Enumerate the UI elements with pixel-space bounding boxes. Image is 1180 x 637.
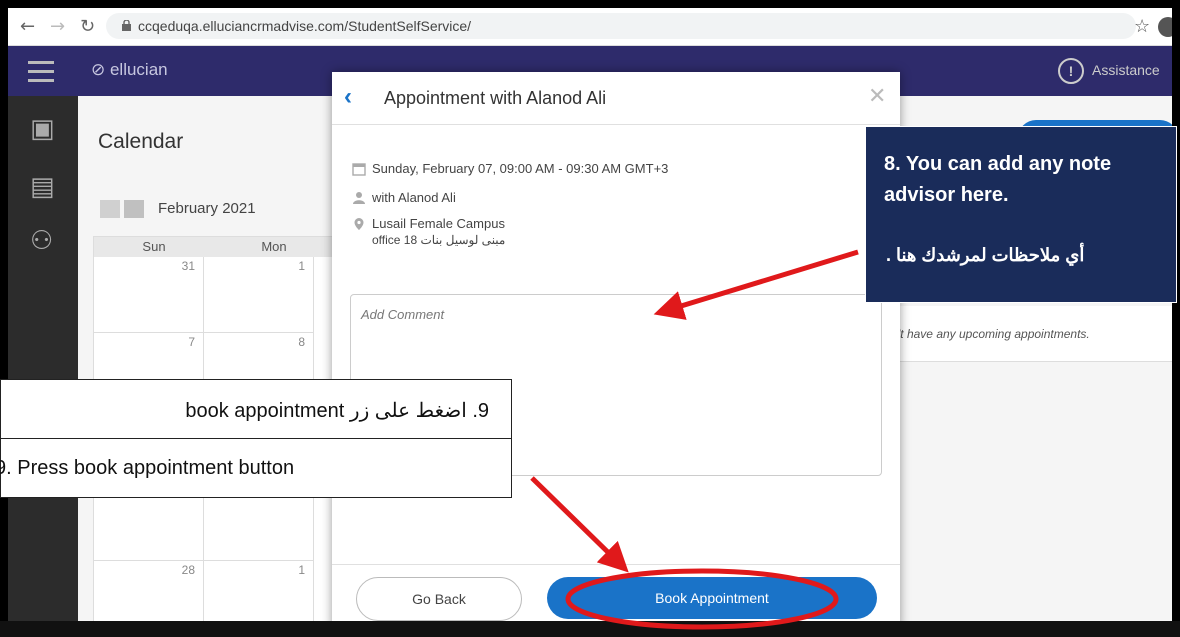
- step8-english: 8. You can add any note advisor here.: [884, 149, 1111, 211]
- bookmark-star-icon[interactable]: ☆: [1134, 16, 1150, 37]
- brand-name: ellucian: [109, 60, 168, 79]
- profile-avatar-icon[interactable]: [1158, 17, 1172, 37]
- exclamation-icon[interactable]: !: [1058, 58, 1084, 84]
- day-header: Mon: [214, 237, 334, 257]
- step8-english-line2: advisor here.: [884, 184, 1009, 206]
- lock-icon: [122, 20, 131, 31]
- step8-english-line1: 8. You can add any note: [884, 153, 1112, 175]
- step9-english: 9. Press book appointment button: [0, 457, 295, 479]
- next-month-button[interactable]: [124, 200, 144, 218]
- calendar-day[interactable]: 31: [94, 257, 204, 333]
- book-appointment-button[interactable]: Book Appointment: [547, 577, 877, 619]
- location-campus: Lusail Female Campus: [372, 216, 505, 231]
- prev-month-button[interactable]: [100, 200, 120, 218]
- chat-icon[interactable]: ▤: [30, 172, 55, 202]
- step8-callout: 8. You can add any note advisor here. أي…: [865, 126, 1177, 303]
- brand-logo: ⊘ ellucian: [91, 60, 168, 79]
- step9-arabic: 9. اضغط على زر book appointment: [185, 400, 489, 422]
- go-back-button[interactable]: Go Back: [356, 577, 522, 621]
- step9-callout: 9. اضغط على زر book appointment 9. Press…: [0, 379, 512, 498]
- appointment-modal: ‹ Appointment with Alanod Ali ✕ Sunday, …: [332, 72, 900, 629]
- calendar-small-icon: [352, 163, 366, 176]
- calendar-day[interactable]: 1: [204, 561, 314, 629]
- sidebar: ▣ ▤ ⚇: [8, 96, 78, 629]
- callout-divider: [1, 438, 511, 439]
- no-appointments-text: 't have any upcoming appointments.: [898, 327, 1090, 341]
- arrow-left-icon[interactable]: ←: [20, 16, 35, 37]
- browser-toolbar: ← → ↻ ccqeduqa.elluciancrmadvise.com/Stu…: [8, 8, 1172, 46]
- month-label: February 2021: [158, 200, 256, 217]
- people-icon[interactable]: ⚇: [30, 226, 53, 256]
- person-icon: [353, 192, 365, 204]
- modal-footer: Go Back Book Appointment: [332, 564, 900, 629]
- url-text[interactable]: ccqeduqa.elluciancrmadvise.com/StudentSe…: [138, 18, 471, 34]
- assistance-link[interactable]: Assistance: [1092, 62, 1160, 78]
- modal-header: ‹ Appointment with Alanod Ali ✕: [332, 72, 900, 125]
- arrow-right-icon[interactable]: →: [50, 16, 65, 37]
- chevron-left-icon[interactable]: ‹: [344, 83, 352, 111]
- modal-title: Appointment with Alanod Ali: [384, 88, 607, 108]
- calendar-icon[interactable]: ▣: [30, 114, 55, 144]
- comment-placeholder: Add Comment: [361, 307, 445, 322]
- step8-arabic: أي ملاحظات لمرشدك هنا .: [886, 245, 1085, 265]
- screenshot-frame: ← → ↻ ccqeduqa.elluciancrmadvise.com/Stu…: [8, 8, 1172, 629]
- day-header: Sun: [94, 237, 214, 257]
- reload-icon[interactable]: ↻: [80, 16, 95, 37]
- hamburger-menu-icon[interactable]: [28, 61, 54, 88]
- page-title: Calendar: [98, 130, 184, 153]
- advisor-name: with Alanod Ali: [372, 190, 456, 205]
- appointment-datetime: Sunday, February 07, 09:00 AM - 09:30 AM…: [372, 161, 669, 176]
- calendar-day[interactable]: 28: [94, 561, 204, 629]
- calendar-day[interactable]: 1: [204, 257, 314, 333]
- close-icon[interactable]: ✕: [868, 84, 886, 109]
- location-office: office 18 مبنى لوسيل بنات: [372, 233, 506, 247]
- taskbar: [0, 621, 1180, 637]
- location-pin-icon: [354, 218, 364, 230]
